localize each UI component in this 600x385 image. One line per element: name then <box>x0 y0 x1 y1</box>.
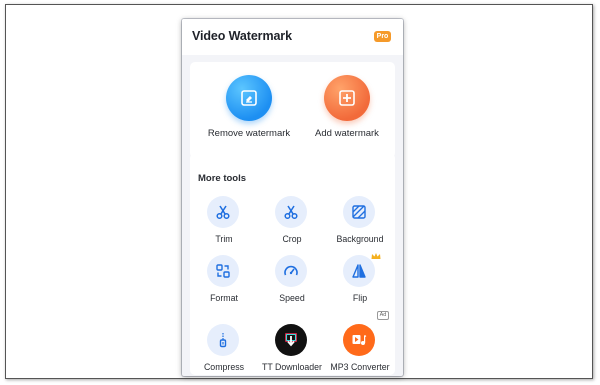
tool-crop[interactable]: Crop <box>258 196 326 256</box>
tool-trim-circle <box>207 196 239 228</box>
pro-badge[interactable]: Pro <box>374 31 391 42</box>
more-tools-card: More tools Trim Crop Background Format S… <box>190 153 395 375</box>
tool-flip[interactable]: Flip <box>326 253 394 315</box>
zipper-icon <box>219 333 227 348</box>
scissors-icon <box>284 205 298 220</box>
tool-mp3-converter[interactable]: MP3 Converter <box>326 324 394 376</box>
tool-crop-circle <box>275 196 307 228</box>
tool-speed-circle <box>275 255 307 287</box>
screenshot-frame: Video Watermark Pro Remove watermark Add… <box>5 4 593 379</box>
add-watermark-label: Add watermark <box>315 128 379 139</box>
add-watermark-button[interactable]: Add watermark <box>293 62 393 158</box>
background-pattern-icon <box>352 205 366 219</box>
tool-background[interactable]: Background <box>326 196 394 256</box>
tool-tt-downloader[interactable]: TT Downloader <box>258 324 326 376</box>
main-actions-card: Remove watermark Add watermark <box>190 62 395 158</box>
scissors-icon <box>216 205 230 220</box>
app-title: Video Watermark <box>192 29 292 43</box>
tool-background-circle <box>343 196 375 228</box>
speedometer-icon <box>284 265 298 276</box>
format-icon <box>216 264 230 278</box>
flip-icon <box>352 264 366 278</box>
app-window: Video Watermark Pro Remove watermark Add… <box>182 19 403 376</box>
tool-tt-downloader-circle <box>275 324 307 356</box>
tool-format-circle <box>207 255 239 287</box>
tool-mp3-converter-label: MP3 Converter <box>330 362 390 372</box>
tool-background-label: Background <box>336 234 384 244</box>
tool-format[interactable]: Format <box>190 255 258 315</box>
tt-downloader-icon <box>285 333 297 347</box>
tool-mp3-converter-circle <box>343 324 375 356</box>
add-watermark-circle <box>324 75 370 121</box>
app-header: Video Watermark Pro <box>182 19 403 55</box>
add-watermark-icon <box>339 90 355 106</box>
remove-watermark-button[interactable]: Remove watermark <box>195 62 295 158</box>
more-tools-title: More tools <box>198 173 247 184</box>
eraser-icon <box>241 90 257 106</box>
tool-compress-circle <box>207 324 239 356</box>
tool-trim[interactable]: Trim <box>190 196 258 256</box>
tool-flip-label: Flip <box>352 293 368 303</box>
crown-icon <box>371 253 381 259</box>
remove-watermark-circle <box>226 75 272 121</box>
ad-badge: Ad <box>377 311 389 320</box>
mp3-converter-icon <box>352 335 367 345</box>
tool-speed[interactable]: Speed <box>258 255 326 315</box>
tool-compress[interactable]: Compress <box>190 324 258 376</box>
